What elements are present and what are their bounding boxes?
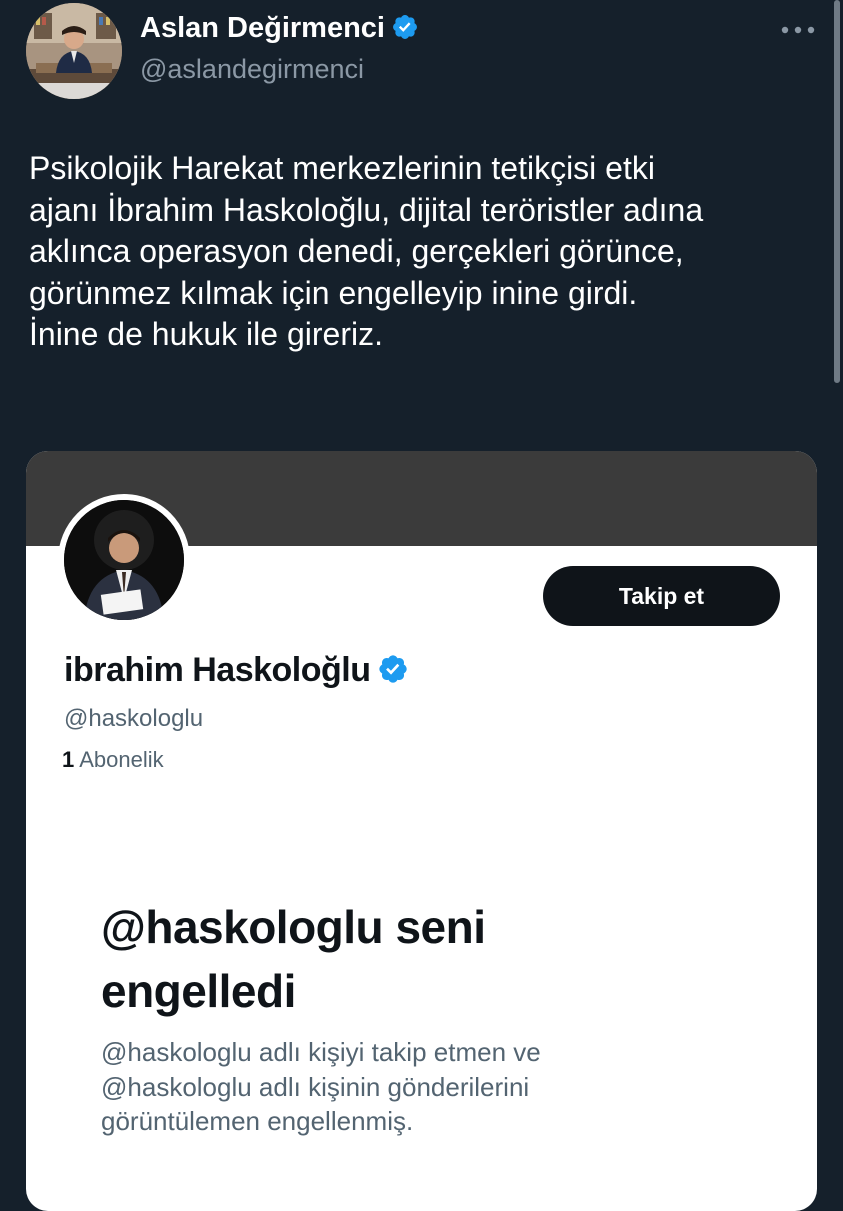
blocked-title: @haskologlu seni engelledi bbox=[101, 895, 761, 1023]
embedded-profile-handle: @haskologlu bbox=[64, 705, 204, 732]
scrollbar[interactable] bbox=[834, 0, 840, 383]
blocked-description-line: görüntülemen engellenmiş. bbox=[101, 1106, 414, 1136]
more-options-button[interactable] bbox=[778, 18, 818, 42]
author-name-row[interactable]: Aslan Değirmenci bbox=[140, 12, 419, 49]
ellipsis-icon bbox=[781, 26, 815, 34]
verified-badge-icon bbox=[391, 13, 419, 49]
blocked-description-line: @haskologlu adlı kişiyi takip etmen ve bbox=[101, 1037, 541, 1067]
embedded-verified-badge-icon bbox=[377, 653, 409, 694]
tweet-media-image[interactable]: Takip et ibrahim Haskoloğlu @haskologlu … bbox=[26, 451, 817, 1211]
blocked-description: @haskologlu adlı kişiyi takip etmen ve @… bbox=[101, 1035, 761, 1139]
tweet-text-line: ajanı İbrahim Haskoloğlu, dijital teröri… bbox=[29, 191, 704, 228]
blocked-title-line: @haskologlu seni bbox=[101, 901, 486, 953]
author-avatar[interactable] bbox=[26, 3, 122, 99]
author-avatar-image bbox=[26, 3, 122, 99]
tweet-text-line: Psikolojik Harekat merkezlerinin tetikçi… bbox=[29, 150, 655, 186]
tweet-text: Psikolojik Harekat merkezlerinin tetikçi… bbox=[29, 148, 829, 356]
stats-count: 1 bbox=[62, 747, 75, 772]
embedded-profile-name-row: ibrahim Haskoloğlu bbox=[64, 651, 409, 694]
author-name[interactable]: Aslan Değirmenci bbox=[140, 12, 385, 44]
tweet-text-line: görünmez kılmak için engelleyip inine gi… bbox=[29, 274, 638, 311]
follow-button[interactable]: Takip et bbox=[543, 566, 780, 626]
tweet-text-line: İnine de hukuk ile gireriz. bbox=[29, 316, 383, 352]
embedded-avatar-image bbox=[64, 500, 184, 620]
embedded-profile-stats: 1 Abonelik bbox=[62, 747, 164, 773]
tweet-text-line: aklınca operasyon denedi, gerçekleri gör… bbox=[29, 233, 684, 269]
blocked-title-line: engelledi bbox=[101, 965, 296, 1017]
tweet: Aslan Değirmenci @aslandegirmenci Psikol… bbox=[0, 0, 843, 1211]
embedded-profile-name: ibrahim Haskoloğlu bbox=[64, 651, 371, 689]
stats-label: Abonelik bbox=[79, 747, 164, 772]
blocked-description-line: @haskologlu adlı kişinin gönderilerini bbox=[101, 1071, 530, 1102]
embedded-profile-avatar bbox=[58, 494, 190, 626]
author-handle[interactable]: @aslandegirmenci bbox=[140, 54, 364, 85]
